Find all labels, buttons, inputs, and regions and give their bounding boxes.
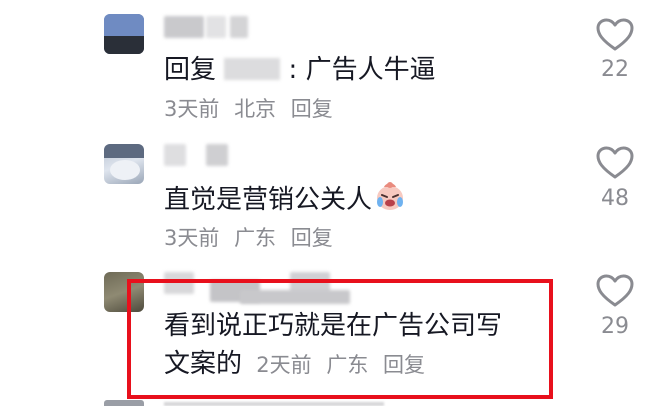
username-redacted xyxy=(164,144,186,166)
comment-location: 北京 xyxy=(234,97,277,121)
avatar[interactable] xyxy=(104,14,144,54)
like-count: 22 xyxy=(601,57,629,82)
heart-outline-icon[interactable] xyxy=(596,18,634,52)
like-count: 29 xyxy=(601,314,629,339)
username-redacted xyxy=(230,16,248,38)
username-redacted xyxy=(164,16,204,38)
reply-prefix: 回复 xyxy=(164,55,217,85)
heart-outline-icon[interactable] xyxy=(596,274,634,308)
next-comment-partial xyxy=(104,398,404,406)
heart-outline-icon[interactable] xyxy=(596,146,634,180)
reply-button[interactable]: 回复 xyxy=(291,226,333,250)
username-redacted xyxy=(206,144,228,166)
mention-redacted xyxy=(224,58,281,80)
comment-time: 3天前 xyxy=(164,97,220,121)
crying-laughing-emoji-icon xyxy=(377,182,404,210)
comment-meta: 3天前 北京 回复 xyxy=(164,95,341,123)
avatar[interactable] xyxy=(104,144,144,184)
username-redacted xyxy=(206,16,226,38)
highlight-box xyxy=(127,279,553,399)
reply-suffix: : 广告人牛逼 xyxy=(288,55,436,85)
reply-button[interactable]: 回复 xyxy=(291,97,333,121)
comment-location: 广东 xyxy=(234,226,277,250)
comment-text: 直觉是营销公关人 xyxy=(164,180,406,218)
comment-text-content: 直觉是营销公关人 xyxy=(164,185,373,215)
comment-text: 回复 : 广告人牛逼 xyxy=(164,52,436,88)
comment-time: 3天前 xyxy=(164,226,220,250)
comment-meta: 3天前 广东 回复 xyxy=(164,224,341,252)
like-count: 48 xyxy=(601,186,629,211)
